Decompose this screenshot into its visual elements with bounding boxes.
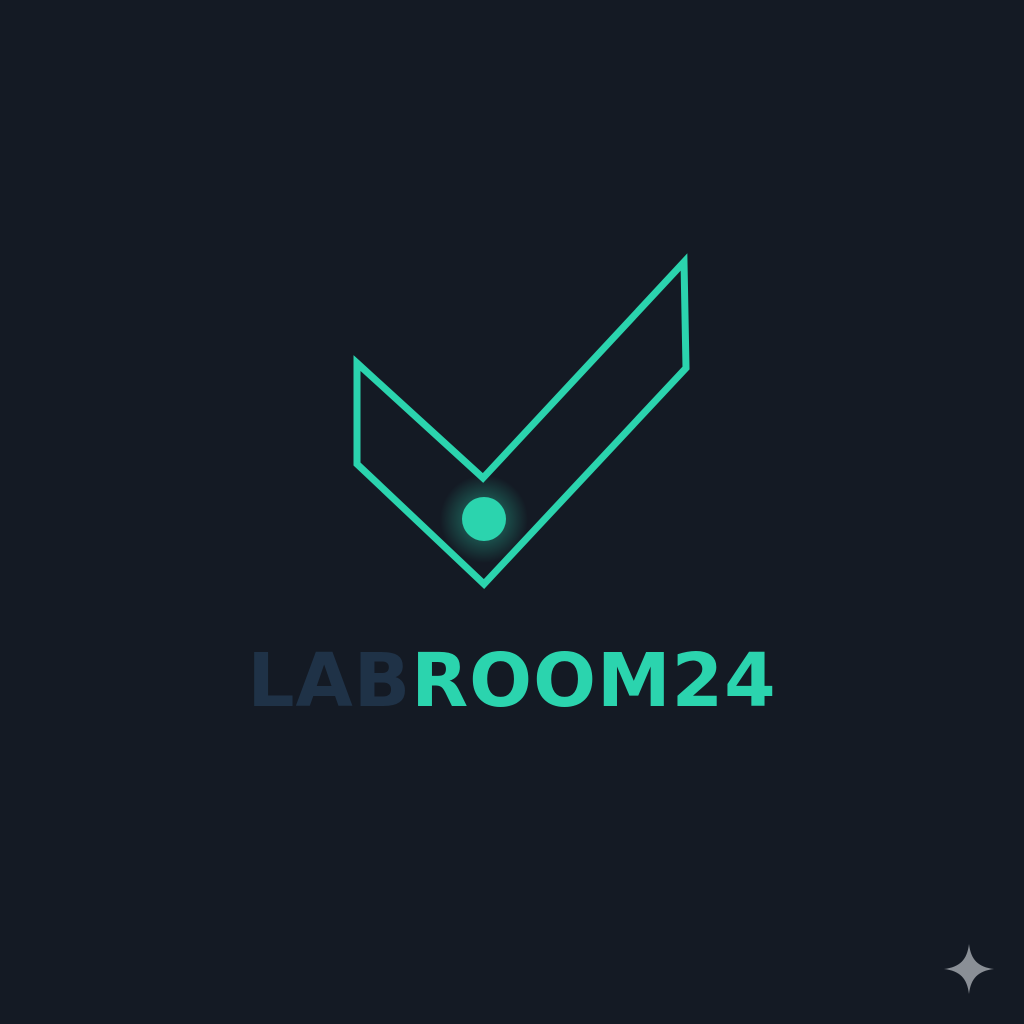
checkmark-logo-icon [353, 253, 690, 589]
sparkle-icon [944, 944, 994, 994]
brand-wordmark: LABROOM24 [0, 644, 1024, 718]
logo-canvas: LABROOM24 [0, 0, 1024, 1024]
wordmark-part-room24: ROOM24 [411, 638, 777, 724]
accent-dot [462, 497, 506, 541]
wordmark-part-lab: LAB [247, 638, 412, 724]
